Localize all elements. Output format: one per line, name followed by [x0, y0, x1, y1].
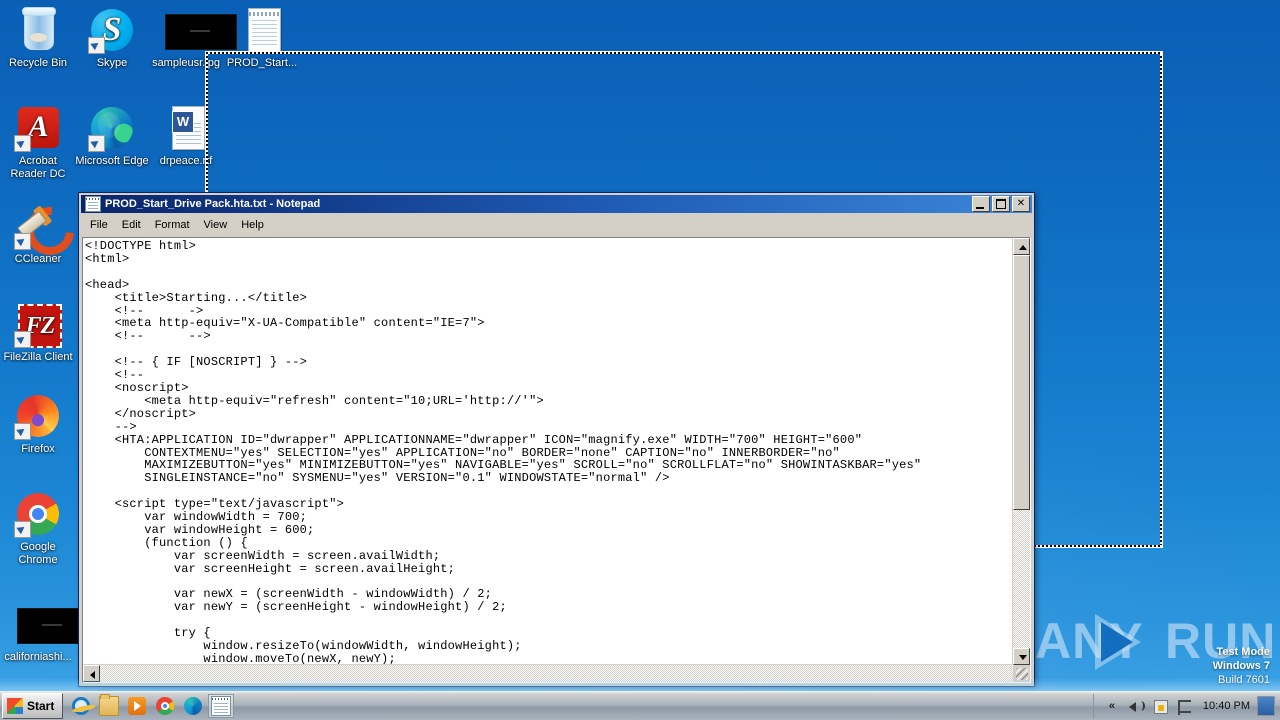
notepad-title-bar[interactable]: PROD_Start_Drive Pack.hta.txt - Notepad … — [81, 195, 1032, 213]
desktop-icon-skype[interactable]: S Skype — [74, 6, 150, 70]
desktop-icon-label: Google Chrome — [18, 541, 58, 566]
system-tray[interactable]: « 10:40 PM — [1092, 694, 1280, 718]
desktop-icon-firefox[interactable]: Firefox — [0, 392, 76, 456]
shortcut-arrow-icon — [14, 331, 31, 348]
media-player-icon — [128, 697, 147, 715]
notepad-window[interactable]: PROD_Start_Drive Pack.hta.txt - Notepad … — [78, 192, 1035, 687]
shortcut-arrow-icon — [14, 521, 31, 538]
taskbar-explorer[interactable] — [96, 694, 122, 718]
desktop-icon-sampleusr-jpg[interactable]: sampleusr.jpg — [148, 6, 237, 70]
desktop-icon-label: PROD_Start... — [226, 57, 298, 69]
menu-edit[interactable]: Edit — [115, 217, 148, 233]
notepad-icon — [85, 196, 101, 212]
shortcut-arrow-icon — [14, 233, 31, 250]
folder-icon — [99, 694, 120, 716]
recycle-bin-icon — [14, 6, 62, 54]
windows-flag-icon — [7, 698, 23, 714]
ccleaner-icon — [14, 202, 62, 250]
notepad-text-content[interactable]: <!DOCTYPE html> <html> <head> <title>Sta… — [85, 240, 1012, 664]
taskbar[interactable]: Start « 10:40 PM — [0, 691, 1280, 720]
desktop-icon-filezilla-client[interactable]: FZ FileZilla Client — [0, 300, 76, 364]
clock[interactable]: 10:40 PM — [1196, 700, 1257, 712]
acrobat-icon: A — [14, 104, 62, 152]
test-mode-line1: Test Mode — [1216, 646, 1270, 658]
image-file-icon — [14, 600, 89, 648]
desktop-icon-californiashi[interactable]: californiashi... — [0, 600, 89, 664]
show-desktop-button[interactable] — [1257, 696, 1275, 716]
scroll-left-arrow[interactable] — [83, 665, 100, 682]
menu-format[interactable]: Format — [148, 217, 197, 233]
network-icon[interactable] — [1175, 698, 1193, 715]
window-title: PROD_Start_Drive Pack.hta.txt - Notepad — [105, 198, 321, 210]
internet-explorer-icon — [72, 697, 91, 715]
edge-icon — [184, 697, 203, 715]
desktop-icon-label: Skype — [96, 57, 128, 69]
test-mode-line3: Build 7601 — [1218, 674, 1270, 686]
edge-icon — [88, 104, 136, 152]
taskbar-internet-explorer[interactable] — [68, 694, 94, 718]
chrome-icon — [14, 490, 62, 538]
taskbar-notepad[interactable] — [208, 694, 235, 718]
shortcut-arrow-icon — [88, 37, 105, 54]
taskbar-edge[interactable] — [180, 694, 206, 718]
horizontal-scrollbar[interactable] — [83, 664, 1013, 682]
filezilla-icon: FZ — [14, 300, 62, 348]
firefox-icon — [14, 392, 62, 440]
desktop-icon-label: Recycle Bin — [8, 57, 68, 69]
word-document-icon: W — [162, 104, 210, 152]
test-mode-watermark: Test Mode Windows 7 Build 7601 — [1030, 645, 1270, 687]
desktop-icon-ccleaner[interactable]: CCleaner — [0, 202, 76, 266]
chrome-icon — [156, 697, 175, 715]
desktop-icon-label: sampleusr.jpg — [152, 57, 220, 69]
test-mode-line2: Windows 7 — [1212, 660, 1270, 672]
shortcut-arrow-icon — [14, 423, 31, 440]
menu-file[interactable]: File — [83, 217, 115, 233]
desktop-icon-label: Microsoft Edge — [75, 155, 149, 167]
desktop-icon-recycle-bin[interactable]: Recycle Bin — [0, 6, 76, 70]
vertical-scroll-thumb[interactable] — [1013, 255, 1030, 510]
volume-icon[interactable] — [1127, 698, 1145, 714]
resize-grip[interactable] — [1013, 665, 1030, 682]
scroll-up-arrow[interactable] — [1013, 238, 1030, 255]
show-hidden-icons-chevron[interactable]: « — [1103, 698, 1121, 714]
vertical-scrollbar[interactable] — [1012, 238, 1030, 665]
desktop-icon-prod-start[interactable]: PROD_Start... — [224, 6, 300, 70]
desktop-icon-label: drpeace.rtf — [159, 155, 213, 167]
menu-help[interactable]: Help — [234, 217, 271, 233]
desktop[interactable]: Recycle Bin S Skype sampleusr.jpg PROD_S… — [0, 0, 1280, 692]
scroll-down-arrow[interactable] — [1013, 648, 1030, 665]
desktop-icon-label: Firefox — [21, 443, 55, 455]
desktop-icon-acrobat-reader-dc[interactable]: A Acrobat Reader DC — [0, 104, 76, 181]
menu-view[interactable]: View — [197, 217, 235, 233]
taskbar-media-player[interactable] — [124, 694, 150, 718]
shortcut-arrow-icon — [14, 135, 31, 152]
action-center-icon[interactable] — [1151, 698, 1169, 714]
text-file-icon — [238, 6, 286, 54]
notepad-icon — [211, 696, 232, 716]
shortcut-arrow-icon — [88, 135, 105, 152]
desktop-icon-label: FileZilla Client — [3, 351, 73, 363]
notepad-menu-bar[interactable]: File Edit Format View Help — [79, 215, 1034, 234]
image-file-icon — [162, 6, 237, 54]
maximize-button[interactable] — [992, 196, 1010, 212]
desktop-icon-drpeace-rtf[interactable]: W drpeace.rtf — [148, 104, 224, 168]
desktop-icon-google-chrome[interactable]: Google Chrome — [0, 490, 76, 567]
desktop-icon-label: californiashi... — [4, 651, 72, 663]
desktop-icon-microsoft-edge[interactable]: Microsoft Edge — [74, 104, 150, 168]
close-button[interactable]: ✕ — [1012, 196, 1030, 212]
notepad-client-area[interactable]: <!DOCTYPE html> <html> <head> <title>Sta… — [82, 237, 1031, 683]
taskbar-chrome[interactable] — [152, 694, 178, 718]
minimize-button[interactable] — [972, 196, 990, 212]
start-button[interactable]: Start — [2, 693, 64, 719]
skype-icon: S — [88, 6, 136, 54]
desktop-icon-label: Acrobat Reader DC — [10, 155, 66, 180]
start-button-label: Start — [27, 699, 55, 713]
desktop-icon-label: CCleaner — [14, 253, 62, 265]
